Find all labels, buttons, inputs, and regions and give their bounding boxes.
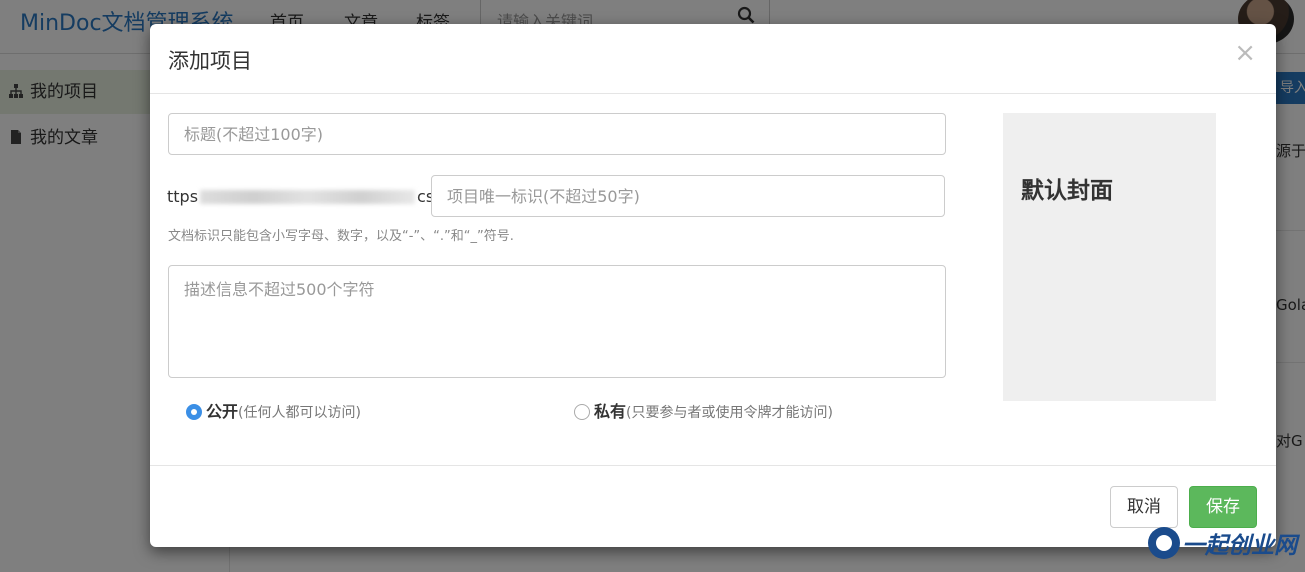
identifier-input[interactable] [432, 176, 944, 216]
cancel-button[interactable]: 取消 [1110, 486, 1178, 528]
private-hint: (只要参与者或使用令牌才能访问) [626, 405, 833, 421]
identifier-field[interactable] [431, 175, 945, 217]
description-field[interactable] [168, 265, 946, 378]
modal-title: 添加项目 [168, 49, 252, 73]
description-textarea[interactable] [169, 266, 945, 376]
visibility-private-option[interactable]: 私有(只要参与者或使用令牌才能访问) [574, 398, 833, 422]
identifier-help-text: 文档标识只能包含小写字母、数字，以及“-”、“.”和“_”符号. [168, 229, 514, 244]
public-hint: (任何人都可以访问) [238, 405, 361, 421]
radio-unchecked-icon[interactable] [574, 404, 590, 420]
url-prefix: ttps cs/ [167, 187, 440, 206]
add-project-dialog: 添加项目 × ttpscs/ 文档标识只能包含小写字母、数字，以及“-”、“.”… [150, 24, 1276, 547]
cover-label: 默认封面 [1021, 178, 1113, 204]
modal-header: 添加项目 × [150, 24, 1276, 94]
public-label: 公开 [206, 402, 239, 421]
visibility-public-option[interactable]: 公开(任何人都可以访问) [186, 398, 361, 422]
site-watermark: 一起创业网 [1148, 526, 1305, 566]
close-icon[interactable]: × [1234, 40, 1256, 66]
title-input[interactable] [169, 114, 945, 154]
redacted-url [200, 190, 416, 204]
modal-footer: 取消 保存 [150, 465, 1276, 547]
url-prefix-start: ttps [167, 187, 199, 206]
save-button[interactable]: 保存 [1189, 486, 1257, 528]
private-label: 私有 [594, 402, 627, 421]
cover-image[interactable]: 默认封面 [1003, 113, 1216, 401]
title-field[interactable] [168, 113, 946, 155]
watermark-logo-icon [1148, 527, 1180, 559]
watermark-text: 一起创业网 [1182, 533, 1297, 559]
radio-checked-icon[interactable] [186, 404, 202, 420]
